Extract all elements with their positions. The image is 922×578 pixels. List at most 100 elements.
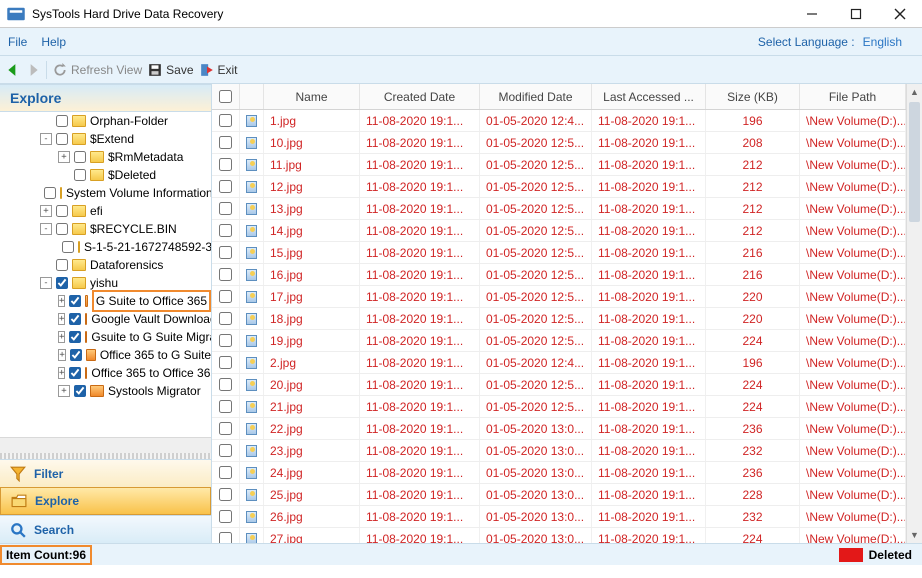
row-checkbox[interactable] <box>212 506 240 527</box>
row-checkbox[interactable] <box>212 528 240 543</box>
row-checkbox[interactable] <box>212 330 240 351</box>
expand-icon[interactable]: + <box>58 367 65 379</box>
row-checkbox[interactable] <box>212 396 240 417</box>
exit-button[interactable]: Exit <box>200 63 238 77</box>
scroll-thumb[interactable] <box>909 102 920 222</box>
table-row[interactable]: 25.jpg11-08-2020 19:1...01-05-2020 13:0.… <box>212 484 906 506</box>
maximize-button[interactable] <box>834 0 878 28</box>
table-row[interactable]: 10.jpg11-08-2020 19:1...01-05-2020 12:5.… <box>212 132 906 154</box>
table-row[interactable]: 27.jpg11-08-2020 19:1...01-05-2020 13:0.… <box>212 528 906 543</box>
row-checkbox[interactable] <box>212 484 240 505</box>
row-checkbox[interactable] <box>212 242 240 263</box>
tree-item[interactable]: Orphan-Folder <box>4 112 211 130</box>
table-row[interactable]: 15.jpg11-08-2020 19:1...01-05-2020 12:5.… <box>212 242 906 264</box>
row-checkbox[interactable] <box>212 176 240 197</box>
tree-item[interactable]: -$RECYCLE.BIN <box>4 220 211 238</box>
row-checkbox[interactable] <box>212 220 240 241</box>
row-checkbox[interactable] <box>212 198 240 219</box>
table-row[interactable]: 13.jpg11-08-2020 19:1...01-05-2020 12:5.… <box>212 198 906 220</box>
table-row[interactable]: 2.jpg11-08-2020 19:1...01-05-2020 12:4..… <box>212 352 906 374</box>
tree-checkbox[interactable] <box>44 187 56 199</box>
expand-icon[interactable]: + <box>58 151 70 163</box>
tree-item[interactable]: +Office 365 to Office 365 <box>4 364 211 382</box>
table-row[interactable]: 19.jpg11-08-2020 19:1...01-05-2020 12:5.… <box>212 330 906 352</box>
menu-file[interactable]: File <box>8 35 27 49</box>
tree-checkbox[interactable] <box>56 133 68 145</box>
tree-item[interactable]: +$RmMetadata <box>4 148 211 166</box>
header-modified[interactable]: Modified Date <box>480 84 592 109</box>
row-checkbox[interactable] <box>212 374 240 395</box>
tree-checkbox[interactable] <box>56 277 68 289</box>
row-checkbox[interactable] <box>212 308 240 329</box>
table-row[interactable]: 23.jpg11-08-2020 19:1...01-05-2020 13:0.… <box>212 440 906 462</box>
tree-checkbox[interactable] <box>69 331 81 343</box>
table-row[interactable]: 26.jpg11-08-2020 19:1...01-05-2020 13:0.… <box>212 506 906 528</box>
row-checkbox[interactable] <box>212 286 240 307</box>
nav-explore[interactable]: Explore <box>0 487 211 515</box>
grid-v-scrollbar[interactable]: ▲ ▼ <box>906 84 922 543</box>
table-row[interactable]: 12.jpg11-08-2020 19:1...01-05-2020 12:5.… <box>212 176 906 198</box>
tree-item[interactable]: +Systools Migrator <box>4 382 211 400</box>
table-row[interactable]: 20.jpg11-08-2020 19:1...01-05-2020 12:5.… <box>212 374 906 396</box>
nav-forward-button[interactable] <box>26 63 40 77</box>
nav-back-button[interactable] <box>6 63 20 77</box>
row-checkbox[interactable] <box>212 264 240 285</box>
language-selector[interactable]: English <box>863 35 902 49</box>
expand-icon[interactable]: + <box>58 349 66 361</box>
collapse-icon[interactable]: - <box>40 133 52 145</box>
nav-search[interactable]: Search <box>0 515 211 543</box>
tree-item[interactable]: S-1-5-21-1672748592-3 <box>4 238 211 256</box>
grid-body[interactable]: 1.jpg11-08-2020 19:1...01-05-2020 12:4..… <box>212 110 906 543</box>
tree-checkbox[interactable] <box>74 385 86 397</box>
tree-checkbox[interactable] <box>69 295 81 307</box>
refresh-button[interactable]: Refresh View <box>53 63 142 77</box>
tree-item[interactable]: +Gsuite to G Suite Migra <box>4 328 211 346</box>
header-checkbox[interactable] <box>212 84 240 109</box>
row-checkbox[interactable] <box>212 110 240 131</box>
tree-item[interactable]: System Volume Information <box>4 184 211 202</box>
tree-checkbox[interactable] <box>56 223 68 235</box>
close-button[interactable] <box>878 0 922 28</box>
table-row[interactable]: 21.jpg11-08-2020 19:1...01-05-2020 12:5.… <box>212 396 906 418</box>
tree-item[interactable]: +efi <box>4 202 211 220</box>
tree-item[interactable]: Dataforensics <box>4 256 211 274</box>
table-row[interactable]: 14.jpg11-08-2020 19:1...01-05-2020 12:5.… <box>212 220 906 242</box>
row-checkbox[interactable] <box>212 352 240 373</box>
table-row[interactable]: 24.jpg11-08-2020 19:1...01-05-2020 13:0.… <box>212 462 906 484</box>
scroll-down-icon[interactable]: ▼ <box>907 527 922 543</box>
header-path[interactable]: File Path <box>800 84 906 109</box>
row-checkbox[interactable] <box>212 132 240 153</box>
row-checkbox[interactable] <box>212 440 240 461</box>
tree-checkbox[interactable] <box>69 367 81 379</box>
header-size[interactable]: Size (KB) <box>706 84 800 109</box>
tree-checkbox[interactable] <box>56 115 68 127</box>
nav-filter[interactable]: Filter <box>0 459 211 487</box>
row-checkbox[interactable] <box>212 418 240 439</box>
expand-icon[interactable]: + <box>58 331 65 343</box>
header-name[interactable]: Name <box>264 84 360 109</box>
tree-item[interactable]: +Google Vault Download <box>4 310 211 328</box>
tree-h-scrollbar[interactable] <box>0 437 211 453</box>
minimize-button[interactable] <box>790 0 834 28</box>
menu-help[interactable]: Help <box>41 35 66 49</box>
tree-checkbox[interactable] <box>69 313 81 325</box>
tree-checkbox[interactable] <box>74 151 86 163</box>
table-row[interactable]: 1.jpg11-08-2020 19:1...01-05-2020 12:4..… <box>212 110 906 132</box>
tree-item[interactable]: +Office 365 to G Suite <box>4 346 211 364</box>
expand-icon[interactable]: + <box>58 295 65 307</box>
collapse-icon[interactable]: - <box>40 223 52 235</box>
folder-tree[interactable]: Orphan-Folder-$Extend+$RmMetadata$Delete… <box>0 112 211 437</box>
table-row[interactable]: 22.jpg11-08-2020 19:1...01-05-2020 13:0.… <box>212 418 906 440</box>
tree-item[interactable]: -$Extend <box>4 130 211 148</box>
header-accessed[interactable]: Last Accessed ... <box>592 84 706 109</box>
table-row[interactable]: 11.jpg11-08-2020 19:1...01-05-2020 12:5.… <box>212 154 906 176</box>
collapse-icon[interactable]: - <box>40 277 52 289</box>
row-checkbox[interactable] <box>212 154 240 175</box>
expand-icon[interactable]: + <box>58 313 65 325</box>
row-checkbox[interactable] <box>212 462 240 483</box>
table-row[interactable]: 18.jpg11-08-2020 19:1...01-05-2020 12:5.… <box>212 308 906 330</box>
table-row[interactable]: 17.jpg11-08-2020 19:1...01-05-2020 12:5.… <box>212 286 906 308</box>
tree-checkbox[interactable] <box>56 205 68 217</box>
header-created[interactable]: Created Date <box>360 84 480 109</box>
tree-item[interactable]: +G Suite to Office 365 <box>4 292 211 310</box>
